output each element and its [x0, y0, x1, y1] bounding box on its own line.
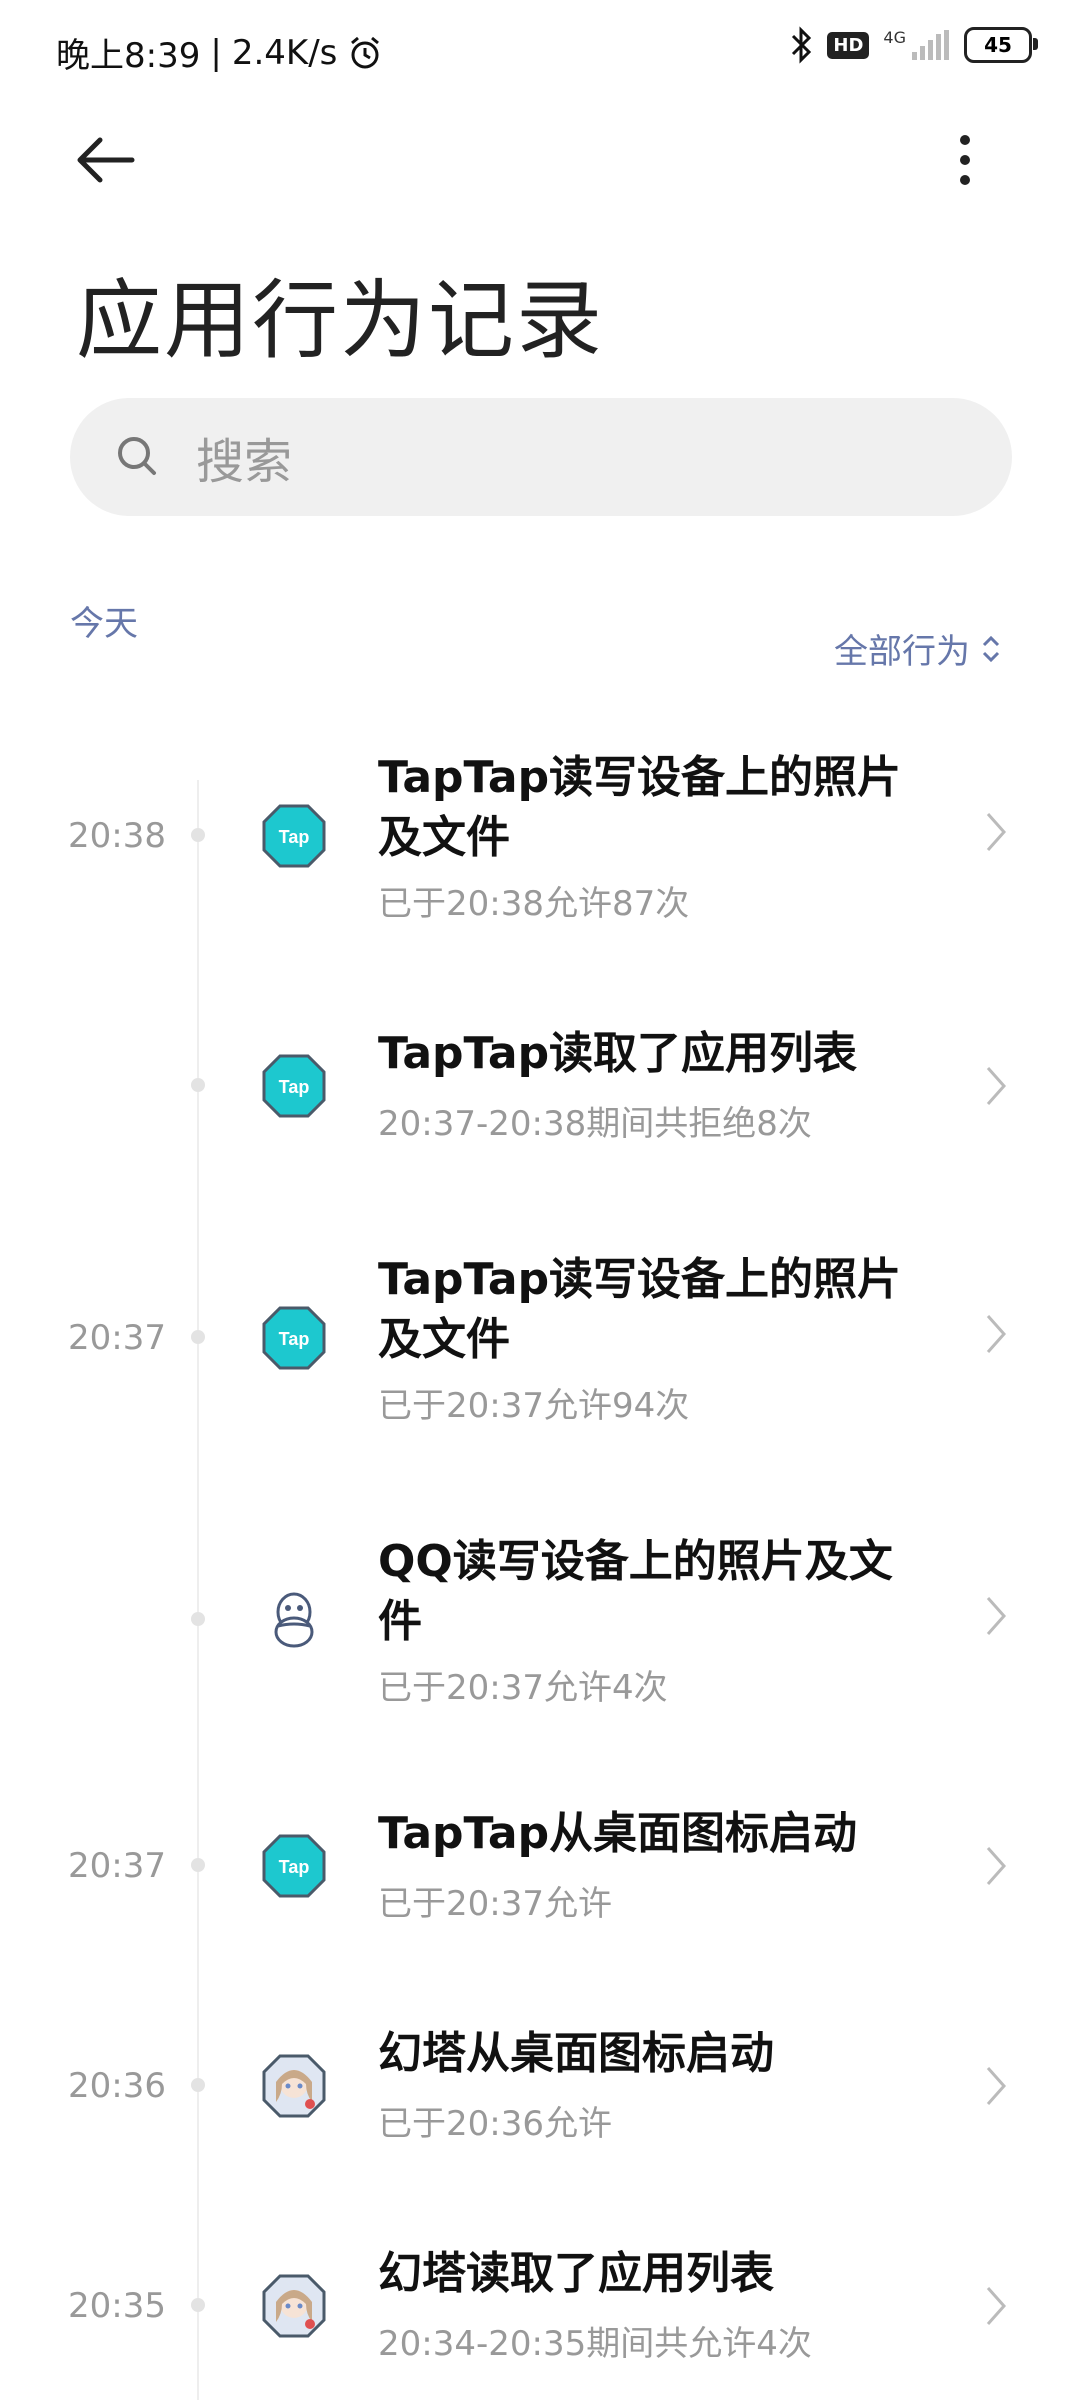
list-item[interactable]: QQ读写设备上的照片及文 件 已于20:37允许4次 [0, 1524, 1080, 1714]
entry-time: 20:38 [68, 816, 166, 856]
status-left: 晚上8:39 | 2.4K/s [56, 28, 383, 77]
chevron-right-icon [986, 813, 1007, 851]
entry-title-line2: 及文件 [378, 812, 510, 863]
taptap-icon: Tap [262, 1054, 326, 1118]
entry-title-line2: 及文件 [378, 1314, 510, 1365]
entry-subtitle: 已于20:37允许94次 [378, 1386, 690, 1426]
svg-text:Tap: Tap [279, 1329, 310, 1349]
entry-title-line1: QQ读写设备上的照片及文 [378, 1536, 893, 1587]
signal-group: 4G [883, 30, 950, 60]
entry-title-line2: 件 [378, 1596, 422, 1647]
back-arrow-icon [77, 137, 135, 183]
svg-text:Tap: Tap [279, 1077, 310, 1097]
network-type: 4G [883, 28, 906, 47]
more-options-button[interactable] [940, 120, 990, 200]
taptap-icon: Tap [262, 1306, 326, 1370]
status-right: HD 4G 45 [789, 26, 1038, 64]
entry-title-line1: 幻塔读取了应用列表 [378, 2248, 774, 2299]
svg-text:Tap: Tap [279, 827, 310, 847]
timeline-dot [191, 2078, 205, 2092]
signal-icon [912, 30, 949, 60]
entry-subtitle: 已于20:37允许 [378, 1884, 612, 1924]
battery-icon: 45 [964, 27, 1038, 63]
taptap-icon: Tap [262, 804, 326, 868]
entry-time: 20:36 [68, 2066, 166, 2106]
chevron-right-icon [986, 1597, 1007, 1635]
chevron-right-icon [986, 2067, 1007, 2105]
timeline-dot [191, 1858, 205, 1872]
hd-badge: HD [827, 31, 870, 59]
entry-subtitle: 已于20:38允许87次 [378, 884, 690, 924]
qq-icon [274, 1592, 314, 1648]
huanta-icon [262, 2054, 326, 2118]
date-section-label: 今天 [70, 604, 138, 644]
entry-title-line1: TapTap读取了应用列表 [378, 1028, 858, 1079]
entry-title-line1: TapTap读写设备上的照片 [378, 752, 902, 803]
alarm-icon [351, 36, 380, 68]
entry-title-line1: TapTap从桌面图标启动 [378, 1808, 858, 1859]
list-item[interactable]: 20:35 幻塔读取了应用列表 20:34-20:35期间共允许4次 [0, 2248, 1080, 2380]
status-bar: 晚上8:39 | 2.4K/s HD 4G 45 [0, 0, 1080, 100]
status-time: 晚上8:39 [56, 36, 201, 76]
entry-title-line1: 幻塔从桌面图标启动 [378, 2028, 774, 2079]
entry-time: 20:37 [68, 1318, 166, 1358]
list-item[interactable]: 20:37 Tap TapTap从桌面图标启动 已于20:37允许 [0, 1808, 1080, 1940]
search-input[interactable]: 搜索 [70, 398, 1012, 516]
timeline-dot [191, 1612, 205, 1626]
timeline-dot [191, 1078, 205, 1092]
chevron-right-icon [986, 1847, 1007, 1885]
entry-time: 20:37 [68, 1846, 166, 1886]
timeline-dot [191, 828, 205, 842]
chevron-right-icon [986, 1315, 1007, 1353]
bluetooth-icon [792, 26, 812, 64]
entry-subtitle: 已于20:37允许4次 [378, 1668, 668, 1708]
search-icon [118, 437, 156, 475]
huanta-icon [262, 2274, 326, 2338]
taptap-icon: Tap [262, 1834, 326, 1898]
sort-chevrons-icon [982, 635, 1000, 662]
page-title: 应用行为记录 [76, 271, 604, 371]
chevron-right-icon [986, 1067, 1007, 1105]
entry-subtitle: 已于20:36允许 [378, 2104, 612, 2144]
list-item[interactable]: 20:38 Tap TapTap读写设备上的照片 及文件 已于20:38允许87… [0, 740, 1080, 930]
timeline-dot [191, 2298, 205, 2312]
back-button[interactable] [70, 120, 162, 200]
entry-time: 20:35 [68, 2286, 166, 2326]
filter-dropdown[interactable]: 全部行为 [834, 624, 1002, 673]
network-speed: 2.4K/s [231, 32, 338, 73]
timeline-dot [191, 1330, 205, 1344]
status-separator: | [210, 32, 222, 73]
more-vertical-icon [960, 135, 970, 185]
battery-level: 45 [984, 33, 1012, 57]
entry-subtitle: 20:37-20:38期间共拒绝8次 [378, 1104, 812, 1144]
list-item[interactable]: 20:36 幻塔从桌面图标启动 已于20:36允许 [0, 2028, 1080, 2160]
list-item[interactable]: 20:37 Tap TapTap读写设备上的照片 及文件 已于20:37允许94… [0, 1242, 1080, 1432]
svg-text:Tap: Tap [279, 1857, 310, 1877]
list-item[interactable]: Tap TapTap读取了应用列表 20:37-20:38期间共拒绝8次 [0, 1020, 1080, 1150]
entry-subtitle: 20:34-20:35期间共允许4次 [378, 2324, 812, 2364]
entry-title-line1: TapTap读写设备上的照片 [378, 1254, 902, 1305]
search-placeholder: 搜索 [196, 434, 293, 490]
chevron-right-icon [986, 2287, 1007, 2325]
filter-label: 全部行为 [834, 632, 970, 672]
